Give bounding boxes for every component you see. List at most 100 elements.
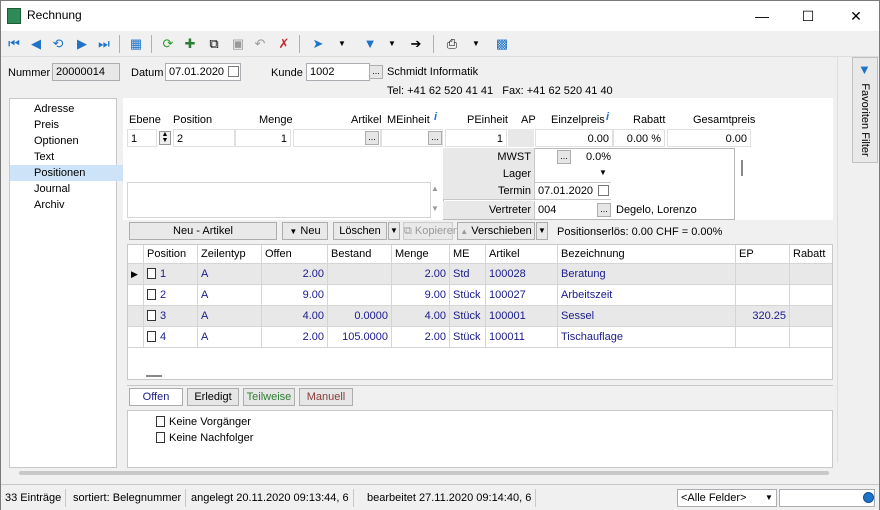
copy-button[interactable]: ⧉ Kopieren: [403, 222, 459, 240]
position-text-area[interactable]: [127, 182, 431, 218]
einzelpreis-field[interactable]: 0.00: [535, 129, 613, 147]
next-record-icon[interactable]: ▶: [73, 35, 91, 53]
sidebar-item-positionen[interactable]: Positionen: [10, 165, 124, 181]
table-row[interactable]: ▶ 1 A 2.00 2.00 Std 100028 Beratung: [128, 264, 832, 285]
close-button[interactable]: ✕: [833, 1, 879, 31]
sidebar-item-archiv[interactable]: Archiv: [10, 197, 124, 213]
lager-dropdown-icon[interactable]: ▼: [599, 168, 607, 177]
save-icon[interactable]: ▣: [229, 35, 247, 53]
position-field[interactable]: 2: [173, 129, 235, 147]
funnel-icon: ▼: [858, 62, 871, 77]
sidebar-item-adresse[interactable]: Adresse: [10, 101, 124, 117]
column-header-zeilentyp[interactable]: Zeilentyp: [198, 245, 262, 264]
filter-tab-manuell[interactable]: Manuell: [299, 388, 353, 406]
first-record-icon[interactable]: ⏮: [5, 35, 23, 53]
filter-dropdown-icon[interactable]: ▼: [383, 35, 401, 53]
globe-search-icon[interactable]: [863, 492, 874, 503]
filter-tab-teilweise[interactable]: Teilweise: [243, 388, 295, 406]
text-scroll-down-icon[interactable]: ▼: [431, 204, 439, 213]
undo-icon[interactable]: ↶: [251, 35, 269, 53]
favorites-tab[interactable]: ▼ Favoriten Filter: [852, 57, 878, 163]
ebene-field[interactable]: 1: [127, 129, 157, 147]
vertical-scrollbar[interactable]: [837, 57, 847, 463]
sidebar-nav: Adresse Preis Optionen Text Positionen J…: [9, 98, 124, 468]
column-header-menge[interactable]: Menge: [392, 245, 450, 264]
delete-dropdown[interactable]: ▼: [388, 222, 400, 240]
tree-item-successors[interactable]: Keine Nachfolger: [156, 431, 253, 445]
field-select[interactable]: <Alle Felder>: [677, 489, 777, 507]
filter-tab-offen[interactable]: Offen: [129, 388, 183, 406]
ebene-label: Ebene: [129, 114, 161, 126]
price-info-icon[interactable]: i: [606, 111, 609, 123]
filter-tab-erledigt[interactable]: Erledigt: [187, 388, 239, 406]
move-dropdown[interactable]: ▼: [536, 222, 548, 240]
sidebar-item-text[interactable]: Text: [10, 149, 124, 165]
nummer-field[interactable]: 20000014: [52, 63, 120, 81]
new-article-button[interactable]: Neu - Artikel: [129, 222, 277, 240]
artikel-lookup-button[interactable]: ...: [365, 131, 379, 145]
kunde-lookup-button[interactable]: ...: [369, 65, 383, 79]
ebene-stepper[interactable]: ▲ ▼: [159, 131, 171, 145]
rabatt-field[interactable]: 0.00 %: [613, 129, 665, 147]
sidebar-item-optionen[interactable]: Optionen: [10, 133, 124, 149]
mwst-value[interactable]: 0.0%: [583, 148, 663, 166]
sidebar-item-preis[interactable]: Preis: [10, 117, 124, 133]
peinheit-field[interactable]: 1: [445, 129, 507, 147]
print-dropdown-icon[interactable]: ▼: [467, 35, 485, 53]
info-icon[interactable]: i: [434, 111, 437, 123]
peinheit-label: PEinheit: [467, 114, 508, 126]
copy-record-icon[interactable]: ⧉: [205, 35, 223, 53]
menge-field[interactable]: 1: [235, 129, 291, 147]
column-header-bestand[interactable]: Bestand: [328, 245, 392, 264]
maximize-button[interactable]: ☐: [785, 1, 831, 31]
tree-item-predecessors[interactable]: Keine Vorgänger: [156, 415, 251, 429]
cell-artikel: 100027: [486, 285, 558, 306]
cell-rabatt: [790, 327, 832, 348]
new-record-icon[interactable]: ✚: [181, 35, 199, 53]
new-button[interactable]: ▼ Neu: [282, 222, 328, 240]
gesamtpreis-field[interactable]: 0.00: [667, 129, 751, 147]
export-icon[interactable]: ➔: [407, 35, 425, 53]
move-button[interactable]: ▲ Verschieben: [457, 222, 535, 240]
filter-icon[interactable]: ▼: [361, 35, 379, 53]
table-scroll-handle[interactable]: [146, 375, 162, 377]
text-scroll-up-icon[interactable]: ▲: [431, 184, 439, 193]
sidebar-item-journal[interactable]: Journal: [10, 181, 124, 197]
column-header-artikel[interactable]: Artikel: [486, 245, 558, 264]
kunde-field[interactable]: 1002: [306, 63, 370, 81]
vertreter-lookup-button[interactable]: ...: [597, 203, 611, 217]
document-icon[interactable]: ▩: [493, 35, 511, 53]
mwst-lookup-button[interactable]: ...: [557, 150, 571, 164]
vertreter-field[interactable]: 004: [535, 201, 597, 219]
pin-icon[interactable]: ➤: [309, 35, 327, 53]
title-bar: Rechnung — ☐ ✕: [1, 1, 879, 31]
column-header-bezeichnung[interactable]: Bezeichnung: [558, 245, 736, 264]
cell-rabatt: [790, 285, 832, 306]
calendar-icon[interactable]: [228, 66, 239, 77]
details-scrollbar[interactable]: [741, 160, 743, 176]
column-header-position[interactable]: Position: [144, 245, 198, 264]
termin-calendar-icon[interactable]: [598, 185, 609, 196]
meinheit-lookup-button[interactable]: ...: [428, 131, 442, 145]
last-record-icon[interactable]: ⏭: [95, 35, 113, 53]
horizontal-scrollbar[interactable]: [19, 471, 829, 475]
minimize-button[interactable]: —: [739, 1, 785, 31]
cell-position: 4: [144, 327, 198, 348]
column-header-rabatt[interactable]: Rabatt: [790, 245, 832, 264]
pin-dropdown-icon[interactable]: ▼: [333, 35, 351, 53]
column-header-offen[interactable]: Offen: [262, 245, 328, 264]
print-icon[interactable]: ⎙: [443, 35, 461, 53]
table-row[interactable]: 2 A 9.00 9.00 Stück 100027 Arbeitszeit: [128, 285, 832, 306]
table-view-icon[interactable]: ▦: [127, 35, 145, 53]
field-select-dropdown-icon[interactable]: ▼: [765, 493, 773, 502]
refresh-icon[interactable]: ⟳: [159, 35, 177, 53]
delete-button[interactable]: Löschen: [333, 222, 387, 240]
search-input[interactable]: [779, 489, 875, 507]
delete-icon[interactable]: ✗: [275, 35, 293, 53]
table-row[interactable]: 3 A 4.00 0.0000 4.00 Stück 100001 Sessel…: [128, 306, 832, 327]
previous-record-icon[interactable]: ◀: [27, 35, 45, 53]
column-header-ep[interactable]: EP: [736, 245, 790, 264]
go-back-icon[interactable]: ⟲: [49, 35, 67, 53]
column-header-me[interactable]: ME: [450, 245, 486, 264]
table-row[interactable]: 4 A 2.00 105.0000 2.00 Stück 100011 Tisc…: [128, 327, 832, 348]
